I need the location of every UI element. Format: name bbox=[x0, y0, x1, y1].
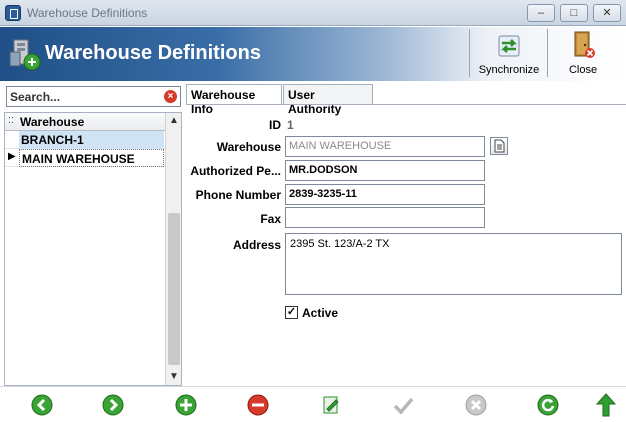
warehouse-info-form: ID 1 Warehouse MAIN WAREHOUSE Authorized… bbox=[186, 105, 626, 386]
search-input[interactable] bbox=[10, 88, 160, 105]
warehouse-list-panel: × :: Warehouse BRANCH-1 ▶ MAIN WAREHOUSE… bbox=[4, 84, 182, 386]
door-close-icon bbox=[574, 31, 595, 58]
address-label: Address bbox=[232, 238, 281, 252]
fax-label: Fax bbox=[260, 212, 281, 226]
active-label: Active bbox=[302, 306, 339, 320]
export-up-icon[interactable] bbox=[594, 393, 618, 417]
refresh-icon[interactable] bbox=[536, 393, 560, 417]
tab-warehouse-info[interactable]: Warehouse Info bbox=[186, 84, 282, 116]
maximize-button[interactable]: □ bbox=[560, 4, 588, 22]
phone-number-field[interactable]: 2839-3235-11 bbox=[285, 184, 485, 205]
clear-search-icon[interactable]: × bbox=[164, 90, 177, 103]
toolbar-separator bbox=[547, 29, 548, 77]
minimize-button[interactable]: – bbox=[527, 4, 555, 22]
scrollbar-thumb[interactable] bbox=[168, 213, 180, 365]
authorized-person-label: Authorized Pe... bbox=[190, 164, 281, 178]
synchronize-icon bbox=[498, 35, 520, 57]
scroll-down-icon[interactable]: ▼ bbox=[166, 369, 182, 385]
delete-icon[interactable] bbox=[246, 393, 270, 417]
fax-field[interactable] bbox=[285, 207, 485, 228]
warehouse-field[interactable]: MAIN WAREHOUSE bbox=[285, 136, 485, 157]
search-box: × bbox=[6, 86, 181, 107]
edit-icon[interactable] bbox=[319, 393, 343, 417]
document-button[interactable] bbox=[490, 137, 508, 155]
cancel-icon[interactable] bbox=[464, 393, 488, 417]
phone-number-label: Phone Number bbox=[195, 188, 281, 202]
close-button[interactable]: Close bbox=[553, 29, 613, 79]
grid-header: :: Warehouse bbox=[5, 113, 165, 131]
bottom-toolbar bbox=[0, 386, 626, 422]
authorized-person-field[interactable]: MR.DODSON bbox=[285, 160, 485, 181]
next-icon[interactable] bbox=[101, 393, 125, 417]
column-header-warehouse[interactable]: Warehouse bbox=[20, 115, 84, 129]
toolbar-separator bbox=[469, 29, 470, 77]
current-row-indicator-icon: ▶ bbox=[8, 151, 16, 162]
synchronize-button[interactable]: Synchronize bbox=[474, 29, 544, 79]
add-icon[interactable] bbox=[174, 393, 198, 417]
synchronize-label: Synchronize bbox=[478, 64, 540, 76]
scroll-up-icon[interactable]: ▲ bbox=[166, 113, 182, 129]
address-box: 2395 St. 123/A-2 TX bbox=[285, 233, 622, 295]
id-label: ID bbox=[269, 118, 281, 132]
row-indicator-header: :: bbox=[8, 114, 15, 126]
warehouse-add-icon bbox=[9, 39, 41, 71]
address-field[interactable]: 2395 St. 123/A-2 TX bbox=[286, 234, 621, 294]
window-title: Warehouse Definitions bbox=[27, 6, 148, 20]
tab-user-authority[interactable]: User Authority bbox=[283, 84, 373, 116]
title-bar: Warehouse Definitions – □ ✕ bbox=[0, 0, 626, 26]
table-row[interactable]: ▶ MAIN WAREHOUSE bbox=[5, 149, 165, 167]
warehouse-cell[interactable]: BRANCH-1 bbox=[19, 131, 164, 149]
id-value: 1 bbox=[287, 118, 294, 132]
page-title: Warehouse Definitions bbox=[45, 42, 261, 64]
warehouse-grid: :: Warehouse BRANCH-1 ▶ MAIN WAREHOUSE ▲… bbox=[4, 112, 182, 386]
window-close-button[interactable]: ✕ bbox=[593, 4, 621, 22]
app-icon bbox=[5, 5, 21, 21]
table-row[interactable]: BRANCH-1 bbox=[5, 131, 165, 149]
document-icon bbox=[494, 139, 505, 153]
previous-icon[interactable] bbox=[30, 393, 54, 417]
warehouse-cell[interactable]: MAIN WAREHOUSE bbox=[19, 149, 164, 167]
header-banner: Warehouse Definitions Synchronize Close bbox=[0, 27, 626, 81]
grid-scrollbar[interactable]: ▲ ▼ bbox=[165, 113, 181, 385]
active-checkbox[interactable]: ✓ bbox=[285, 306, 298, 319]
save-check-icon[interactable] bbox=[391, 393, 415, 417]
warehouse-label: Warehouse bbox=[216, 140, 281, 154]
close-label: Close bbox=[568, 64, 598, 76]
